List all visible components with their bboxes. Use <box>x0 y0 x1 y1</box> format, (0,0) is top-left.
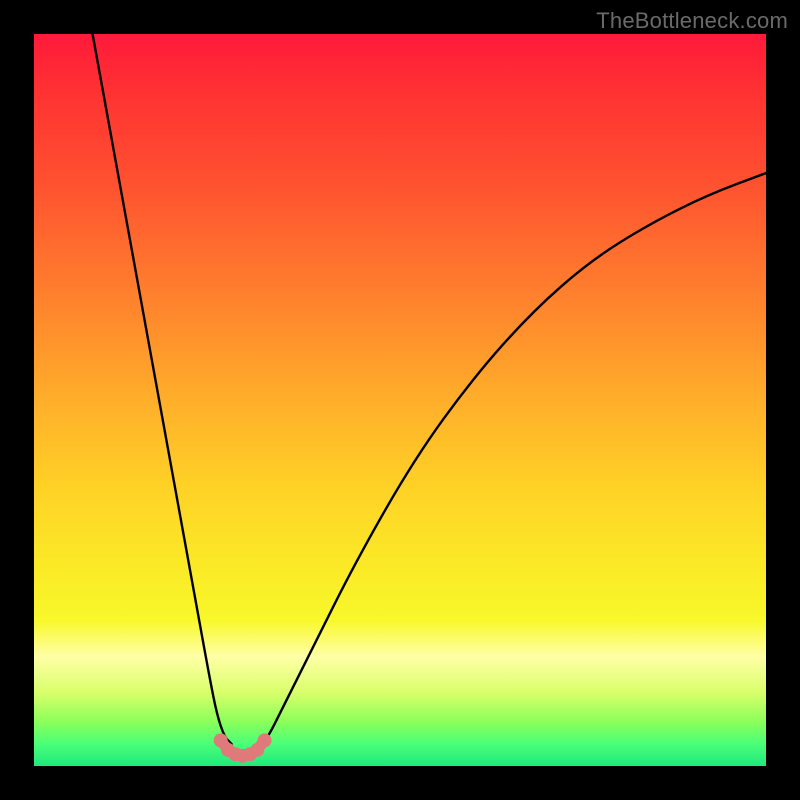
curve-left-branch <box>93 34 232 744</box>
plot-area <box>34 34 766 766</box>
curve-right-branch <box>261 173 766 744</box>
marker-dot <box>258 733 272 747</box>
chart-frame: TheBottleneck.com <box>0 0 800 800</box>
bottom-markers <box>214 733 272 762</box>
curve-layer <box>34 34 766 766</box>
attribution-label: TheBottleneck.com <box>596 8 788 34</box>
